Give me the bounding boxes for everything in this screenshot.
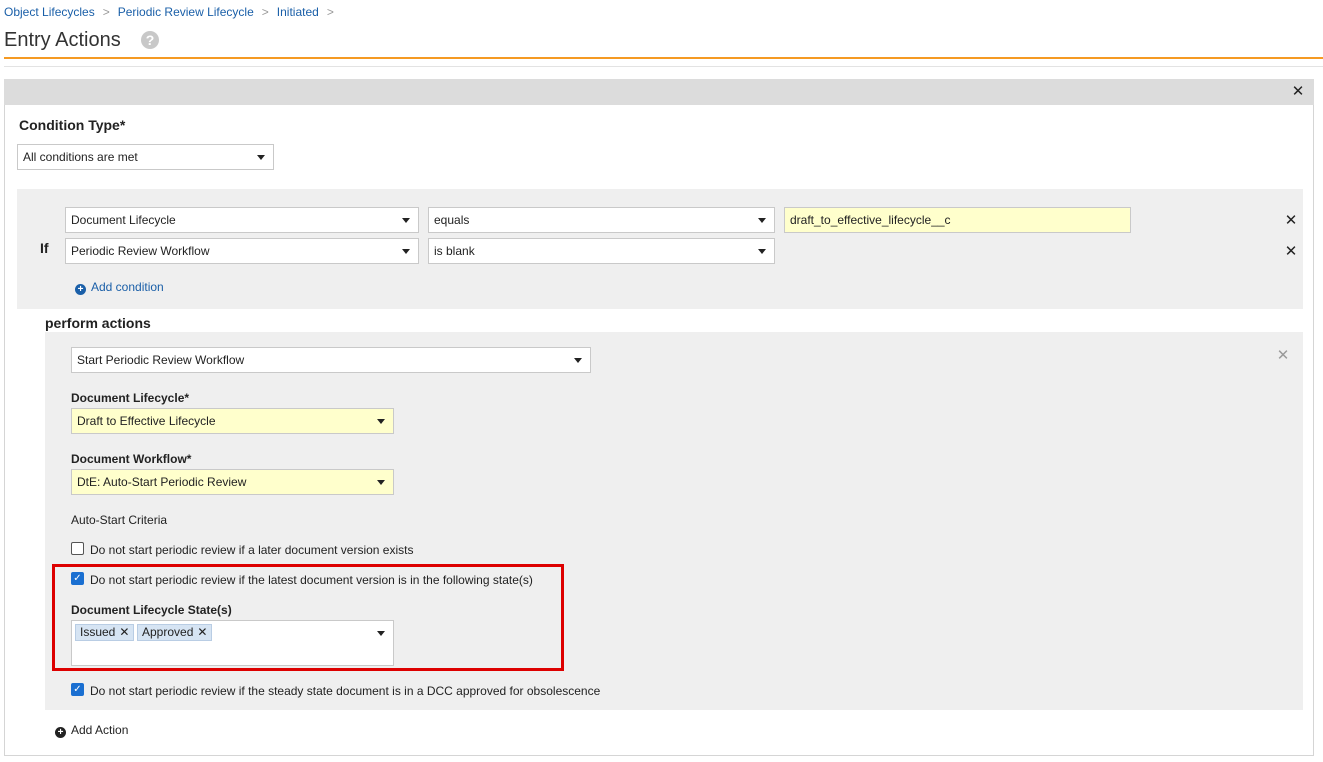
condition-field-select[interactable]: Document Lifecycle xyxy=(65,207,419,233)
add-condition-label: Add condition xyxy=(91,280,164,294)
if-label: If xyxy=(40,240,49,256)
breadcrumb: Object Lifecycles > Periodic Review Lifecy… xyxy=(4,5,342,19)
help-icon[interactable]: ? xyxy=(141,31,159,49)
document-workflow-value: DtE: Auto-Start Periodic Review xyxy=(77,475,247,489)
add-condition-link[interactable]: + Add condition xyxy=(75,280,164,295)
highlight-box xyxy=(52,564,564,671)
document-workflow-select[interactable]: DtE: Auto-Start Periodic Review xyxy=(71,469,394,495)
document-lifecycle-select[interactable]: Draft to Effective Lifecycle xyxy=(71,408,394,434)
condition-operator-select[interactable]: equals xyxy=(428,207,775,233)
panel-header xyxy=(4,79,1314,105)
chevron-down-icon xyxy=(402,249,410,254)
condition-value-input[interactable]: draft_to_effective_lifecycle__c xyxy=(784,207,1131,233)
remove-condition-icon[interactable]: ✕ xyxy=(1284,244,1298,259)
remove-action-icon[interactable]: ✕ xyxy=(1276,348,1290,363)
breadcrumb-separator: > xyxy=(326,5,334,19)
criteria-checkbox-later-version[interactable] xyxy=(71,542,84,555)
criteria-label-dcc-obsolescence: Do not start periodic review if the stea… xyxy=(90,684,601,698)
condition-field-select[interactable]: Periodic Review Workflow xyxy=(65,238,419,264)
add-action-link[interactable]: + Add Action xyxy=(55,723,128,738)
document-lifecycle-label: Document Lifecycle* xyxy=(71,391,190,405)
breadcrumb-separator: > xyxy=(102,5,110,19)
document-lifecycle-value: Draft to Effective Lifecycle xyxy=(77,414,216,428)
condition-field-value: Document Lifecycle xyxy=(71,213,176,227)
condition-operator-value: equals xyxy=(434,213,470,227)
breadcrumb-separator: > xyxy=(261,5,269,19)
title-underline xyxy=(4,57,1323,59)
breadcrumb-periodic-review-lifecycle[interactable]: Periodic Review Lifecycle xyxy=(118,5,254,19)
chevron-down-icon xyxy=(377,419,385,424)
remove-condition-icon[interactable]: ✕ xyxy=(1284,213,1298,228)
criteria-checkbox-dcc-obsolescence[interactable]: ✓ xyxy=(71,683,84,696)
chevron-down-icon xyxy=(377,480,385,485)
document-workflow-label: Document Workflow* xyxy=(71,452,192,466)
breadcrumb-object-lifecycles[interactable]: Object Lifecycles xyxy=(4,5,95,19)
chevron-down-icon xyxy=(758,249,766,254)
auto-start-criteria-label: Auto-Start Criteria xyxy=(71,513,168,527)
plus-circle-icon: + xyxy=(55,727,66,738)
add-action-label: Add Action xyxy=(71,723,129,737)
breadcrumb-initiated[interactable]: Initiated xyxy=(277,5,319,19)
divider xyxy=(4,66,1323,67)
condition-operator-select[interactable]: is blank xyxy=(428,238,775,264)
action-type-value: Start Periodic Review Workflow xyxy=(77,353,245,367)
condition-type-label: Condition Type* xyxy=(19,117,126,133)
condition-type-select[interactable]: All conditions are met xyxy=(17,144,274,170)
chevron-down-icon xyxy=(257,155,265,160)
criteria-label-later-version: Do not start periodic review if a later … xyxy=(90,543,414,557)
perform-actions-heading: perform actions xyxy=(45,315,151,331)
condition-type-value: All conditions are met xyxy=(23,150,138,164)
condition-field-value: Periodic Review Workflow xyxy=(71,244,210,258)
chevron-down-icon xyxy=(574,358,582,363)
condition-operator-value: is blank xyxy=(434,244,475,258)
page-title: Entry Actions xyxy=(4,29,121,51)
chevron-down-icon xyxy=(758,218,766,223)
action-type-select[interactable]: Start Periodic Review Workflow xyxy=(71,347,591,373)
plus-circle-icon: + xyxy=(75,284,86,295)
chevron-down-icon xyxy=(402,218,410,223)
close-icon[interactable]: ✕ xyxy=(1291,84,1305,100)
